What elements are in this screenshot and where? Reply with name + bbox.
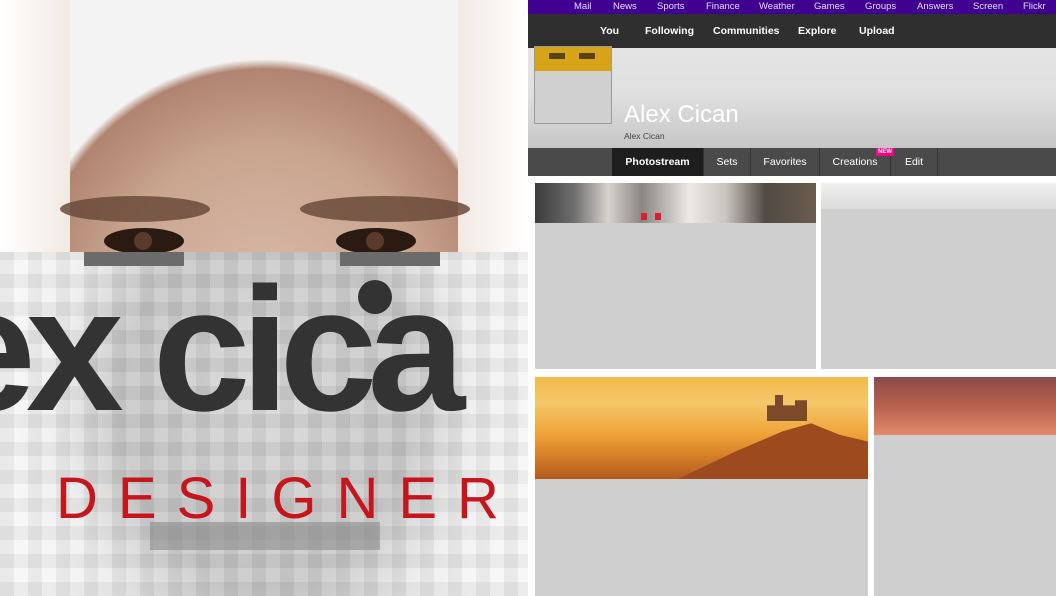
nav-explore[interactable]: Explore [798,25,837,37]
tab-sets[interactable]: Sets [704,148,751,176]
yahoo-link-news[interactable]: News [613,1,637,12]
nav-following[interactable]: Following [645,25,694,37]
yahoo-link-sports[interactable]: Sports [657,1,684,12]
tab-edit[interactable]: Edit [891,148,938,176]
yahoo-link-mail[interactable]: Mail [574,1,591,12]
tab-photostream[interactable]: Photostream [612,148,704,176]
name-i-dot [358,280,392,314]
photo-tile-street[interactable] [535,183,816,369]
profile-display-name: Alex Cican [624,101,739,128]
portrait-photo [0,0,528,252]
photo-tile-sunset[interactable] [874,377,1056,596]
nav-communities[interactable]: Communities [713,25,780,37]
yahoo-top-bar: Mail News Sports Finance Weather Games G… [528,0,1056,14]
portrait-poster: ex cica DESIGNER [0,0,528,596]
photo-tile-texture[interactable] [821,183,1056,369]
poster-role: DESIGNER [56,466,519,531]
profile-tabs: Photostream Sets Favorites Creations Edi… [528,148,1056,176]
flickr-profile-page: Mail News Sports Finance Weather Games G… [528,0,1056,596]
left-eye [104,228,184,252]
flickr-nav-bar: You Following Communities Explore Upload [528,14,1056,48]
yahoo-link-screen[interactable]: Screen [973,1,1003,12]
photo-tile-landscape[interactable] [535,377,868,596]
right-eye [336,228,416,252]
avatar[interactable] [534,46,612,124]
yahoo-link-flickr[interactable]: Flickr [1023,1,1046,12]
left-eyebrow [60,196,210,222]
yahoo-link-weather[interactable]: Weather [759,1,795,12]
yahoo-link-answers[interactable]: Answers [917,1,953,12]
new-badge: NEW [876,148,894,156]
nav-upload[interactable]: Upload [859,25,895,37]
tab-favorites[interactable]: Favorites [751,148,820,176]
yahoo-link-finance[interactable]: Finance [706,1,740,12]
yahoo-link-games[interactable]: Games [814,1,845,12]
right-eyebrow [300,196,470,222]
nav-you[interactable]: You [600,25,619,37]
yahoo-link-groups[interactable]: Groups [865,1,896,12]
profile-username: Alex Cican [624,131,665,141]
